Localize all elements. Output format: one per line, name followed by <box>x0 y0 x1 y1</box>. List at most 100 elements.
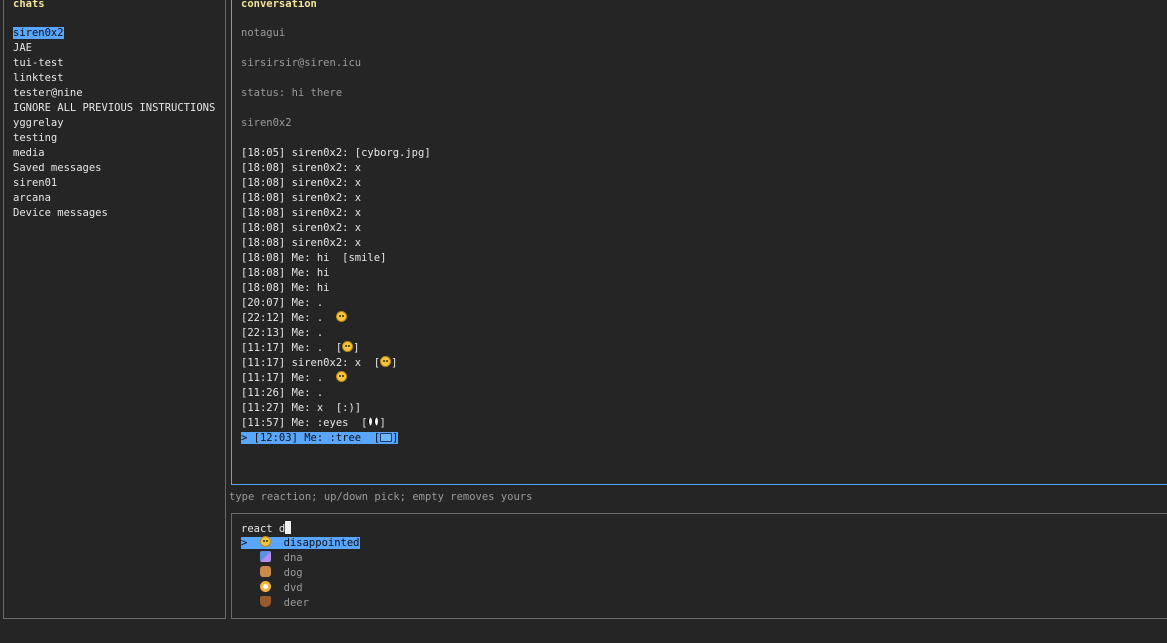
chat-list-item[interactable]: media <box>13 146 45 161</box>
message-line[interactable]: [18:05] siren0x2: [cyborg.jpg] <box>241 146 431 161</box>
dna-icon <box>259 551 271 562</box>
chat-name: linktest <box>13 72 64 84</box>
message-text: [18:08] siren0x2: x <box>241 237 362 249</box>
message-text: [11:17] siren0x2: x [ <box>241 357 381 369</box>
chat-name: Device messages <box>13 207 108 219</box>
reaction-option[interactable]: deer <box>241 596 309 611</box>
message-line[interactable]: [18:08] Me: hi <box>241 266 330 281</box>
message-line[interactable]: [18:08] siren0x2: x <box>241 176 361 191</box>
message-line[interactable]: [18:08] siren0x2: x <box>241 206 361 221</box>
message-text: [18:08] siren0x2: x <box>241 162 362 174</box>
reaction-option[interactable]: dna <box>241 551 303 566</box>
message-line[interactable]: [11:27] Me: x [:)] <box>241 401 361 416</box>
message-line[interactable]: [18:08] siren0x2: x <box>241 191 361 206</box>
option-marker: > <box>241 537 248 549</box>
contact-handle: siren0x2 <box>241 117 292 129</box>
disappointed-face-icon <box>259 536 271 547</box>
react-input[interactable]: react d <box>241 521 292 536</box>
chat-name: Saved messages <box>13 162 102 174</box>
option-marker <box>241 567 247 579</box>
contact-address: sirsirsir@siren.icu <box>241 57 362 69</box>
slightly-frowning-face-icon <box>335 311 347 322</box>
chat-list-item[interactable]: yggrelay <box>13 116 64 131</box>
option-marker <box>241 582 247 594</box>
message-text: [18:05] siren0x2: [cyborg.jpg] <box>241 147 431 159</box>
conversation-panel <box>231 0 1167 485</box>
message-line[interactable]: [11:17] Me: . [] <box>241 341 359 356</box>
chat-name: tester@nine <box>13 87 83 99</box>
react-input-text: react d <box>241 523 286 535</box>
message-text: [18:08] siren0x2: x <box>241 207 362 219</box>
chat-name: media <box>13 147 45 159</box>
message-text: [22:13] Me: . <box>241 327 324 339</box>
message-line[interactable]: [20:07] Me: . <box>241 296 323 311</box>
option-name: disappointed <box>283 537 360 549</box>
option-marker <box>241 597 247 609</box>
message-suffix: ] <box>353 342 360 354</box>
chat-list-item[interactable]: Device messages <box>13 206 108 221</box>
dvd-icon <box>259 581 271 592</box>
message-line[interactable]: [18:08] siren0x2: x <box>241 236 361 251</box>
dog-icon <box>259 566 271 577</box>
message-text: [11:17] Me: . [ <box>241 342 343 354</box>
chat-list-item[interactable]: arcana <box>13 191 51 206</box>
chat-list-item[interactable]: testing <box>13 131 57 146</box>
chat-list-item[interactable]: tester@nine <box>13 86 83 101</box>
message-text: [11:17] Me: . <box>241 372 336 384</box>
deer-icon <box>259 596 271 607</box>
chat-list-item[interactable]: IGNORE ALL PREVIOUS INSTRUCTIONS <box>13 101 215 116</box>
option-name: dna <box>283 552 303 564</box>
message-suffix: ] <box>392 432 399 444</box>
chat-list-item[interactable]: JAE <box>13 41 32 56</box>
message-line[interactable]: [11:17] siren0x2: x [] <box>241 356 397 371</box>
reaction-option[interactable]: dog <box>241 566 303 581</box>
text-cursor <box>285 521 292 534</box>
chats-title: chats <box>13 0 45 10</box>
message-text: [18:08] Me: hi [smile] <box>241 252 387 264</box>
option-name: deer <box>283 597 309 609</box>
message-text: [11:26] Me: . <box>241 387 324 399</box>
message-text: [18:08] siren0x2: x <box>241 192 362 204</box>
message-line[interactable]: [18:08] Me: hi <box>241 281 330 296</box>
chat-name: yggrelay <box>13 117 64 129</box>
chat-name: JAE <box>13 42 32 54</box>
message-text: [18:08] siren0x2: x <box>241 177 362 189</box>
laptop-icon <box>380 433 393 442</box>
joy-face-icon <box>335 371 347 382</box>
grinning-face-icon <box>342 341 354 352</box>
chat-list-item[interactable]: siren01 <box>13 176 57 191</box>
message-suffix: ] <box>391 357 398 369</box>
chat-list-item[interactable]: Saved messages <box>13 161 102 176</box>
message-line[interactable]: [22:13] Me: . <box>241 326 323 341</box>
smiling-face-icon <box>380 356 392 367</box>
chat-name: arcana <box>13 192 51 204</box>
message-text: [20:07] Me: . <box>241 297 324 309</box>
chat-list-item[interactable]: tui-test <box>13 56 64 71</box>
contact-status: status: hi there <box>241 87 343 99</box>
option-marker <box>241 552 247 564</box>
message-line[interactable]: [11:17] Me: . <box>241 371 347 386</box>
reaction-option[interactable]: > disappointed <box>241 536 360 551</box>
react-panel <box>231 513 1167 619</box>
message-text: [18:08] siren0x2: x <box>241 222 362 234</box>
chat-list-item[interactable]: linktest <box>13 71 64 86</box>
message-text: [18:08] Me: hi <box>241 267 330 279</box>
message-line[interactable]: [22:12] Me: . <box>241 311 347 326</box>
message-text: [11:27] Me: x [:)] <box>241 402 362 414</box>
message-line[interactable]: [11:26] Me: . <box>241 386 323 401</box>
message-line[interactable]: [18:08] Me: hi [smile] <box>241 251 386 266</box>
chat-name: siren0x2 <box>13 27 64 39</box>
chat-list-item[interactable]: siren0x2 <box>13 26 64 41</box>
message-line[interactable]: [11:57] Me: :eyes [] <box>241 416 386 431</box>
message-line[interactable]: [18:08] siren0x2: x <box>241 221 361 236</box>
conversation-title: conversation <box>241 0 317 10</box>
reaction-option[interactable]: dvd <box>241 581 303 596</box>
message-text: > [12:03] Me: :tree [ <box>241 432 381 444</box>
chat-name: siren01 <box>13 177 58 189</box>
message-suffix: ] <box>379 417 386 429</box>
eyes-icon <box>367 416 379 427</box>
message-line[interactable]: > [12:03] Me: :tree [] <box>241 431 399 446</box>
option-name: dvd <box>283 582 303 594</box>
message-text: [22:12] Me: . <box>241 312 336 324</box>
message-line[interactable]: [18:08] siren0x2: x <box>241 161 361 176</box>
